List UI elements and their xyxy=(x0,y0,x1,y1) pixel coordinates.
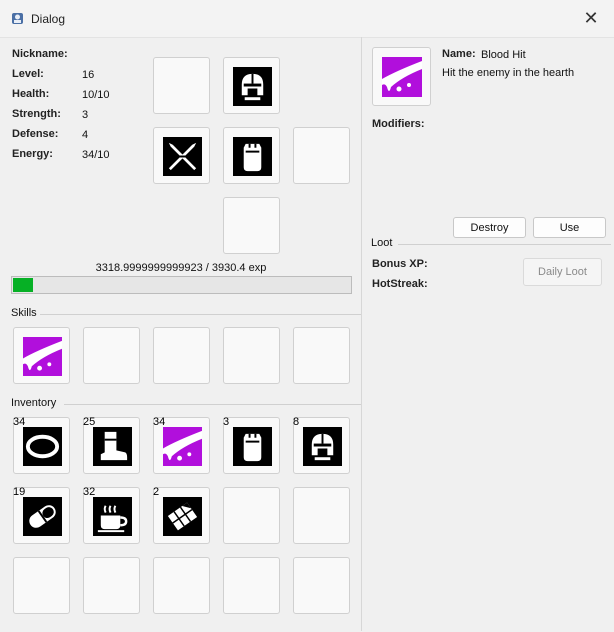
chocolate-bar-icon xyxy=(163,497,202,536)
app-icon xyxy=(12,13,23,24)
skills-separator xyxy=(40,314,361,315)
helmet-icon xyxy=(303,427,342,466)
equipment-slot[interactable] xyxy=(293,127,350,184)
inventory-slot[interactable] xyxy=(83,557,140,614)
inventory-label: Inventory xyxy=(11,397,57,409)
inventory-slot[interactable] xyxy=(223,487,280,544)
strength-label: Strength: xyxy=(12,108,61,120)
hotstreak-label: HotStreak: xyxy=(372,278,428,290)
blood-hit-icon xyxy=(23,337,62,376)
item-count: 19 xyxy=(13,486,26,498)
blood-hit-icon xyxy=(382,57,422,97)
equipment-slot[interactable] xyxy=(223,197,280,254)
helmet-icon xyxy=(233,67,272,106)
inventory-slot[interactable]: 2 xyxy=(153,487,210,544)
inventory-slot[interactable]: 34 xyxy=(153,417,210,474)
bonus-xp-label: Bonus XP: xyxy=(372,258,428,270)
item-count: 25 xyxy=(83,416,96,428)
inventory-slot[interactable]: 8 xyxy=(293,417,350,474)
destroy-button[interactable]: Destroy xyxy=(453,217,526,238)
level-label: Level: xyxy=(12,68,44,80)
boot-icon xyxy=(93,427,132,466)
blood-hit-icon xyxy=(163,427,202,466)
item-count: 3 xyxy=(223,416,230,428)
inventory-slot[interactable] xyxy=(223,557,280,614)
strength-value: 3 xyxy=(82,109,89,121)
equipment-slot-weapon[interactable] xyxy=(153,127,210,184)
item-description: Hit the enemy in the hearth xyxy=(442,67,575,79)
health-label: Health: xyxy=(12,88,50,100)
daily-loot-button[interactable]: Daily Loot xyxy=(523,258,602,286)
inventory-slot[interactable] xyxy=(153,557,210,614)
experience-text: 3318.9999999999923 / 3930.4 exp xyxy=(95,262,267,274)
ring-icon xyxy=(23,427,62,466)
experience-progress-bar xyxy=(11,276,352,294)
skill-slot[interactable] xyxy=(293,327,350,384)
selected-item-slot xyxy=(372,47,431,106)
equipment-slot-helmet[interactable] xyxy=(223,57,280,114)
item-count: 34 xyxy=(153,416,166,428)
title-bar: Dialog ✕ xyxy=(0,0,614,37)
experience-progress-fill xyxy=(13,278,33,292)
inventory-slot[interactable] xyxy=(293,557,350,614)
inventory-slot[interactable]: 25 xyxy=(83,417,140,474)
item-count: 34 xyxy=(13,416,26,428)
close-icon: ✕ xyxy=(583,8,599,28)
equipment-slot[interactable] xyxy=(153,57,210,114)
modifiers-label: Modifiers: xyxy=(372,118,425,130)
skill-slot[interactable] xyxy=(153,327,210,384)
inventory-slot[interactable]: 34 xyxy=(13,417,70,474)
window-title: Dialog xyxy=(31,12,66,26)
inventory-slot[interactable] xyxy=(293,487,350,544)
skill-slot[interactable] xyxy=(83,327,140,384)
coffee-cup-icon xyxy=(93,497,132,536)
close-button[interactable]: ✕ xyxy=(568,0,614,37)
health-value: 10/10 xyxy=(82,89,110,101)
pill-icon xyxy=(23,497,62,536)
energy-value: 34/10 xyxy=(82,149,110,161)
energy-label: Energy: xyxy=(12,148,53,160)
item-count: 32 xyxy=(83,486,96,498)
skill-slot[interactable] xyxy=(223,327,280,384)
item-count: 8 xyxy=(293,416,300,428)
item-name-value: Blood Hit xyxy=(481,49,526,61)
panel-divider xyxy=(361,37,362,631)
crossed-swords-icon xyxy=(163,137,202,176)
armor-icon xyxy=(233,137,272,176)
defense-value: 4 xyxy=(82,129,89,141)
level-value: 16 xyxy=(82,69,95,81)
skill-slot[interactable] xyxy=(13,327,70,384)
armor-icon xyxy=(233,427,272,466)
equipment-slot-armor[interactable] xyxy=(223,127,280,184)
inventory-slot[interactable]: 3 xyxy=(223,417,280,474)
loot-separator xyxy=(398,244,611,245)
inventory-slot[interactable] xyxy=(13,557,70,614)
inventory-slot[interactable]: 19 xyxy=(13,487,70,544)
item-count: 2 xyxy=(153,486,160,498)
inventory-separator xyxy=(64,404,361,405)
loot-label: Loot xyxy=(371,237,393,249)
use-button[interactable]: Use xyxy=(533,217,606,238)
inventory-slot[interactable]: 32 xyxy=(83,487,140,544)
item-name-label: Name: xyxy=(442,48,476,60)
defense-label: Defense: xyxy=(12,128,59,140)
skills-label: Skills xyxy=(11,307,37,319)
nickname-label: Nickname: xyxy=(12,48,68,60)
